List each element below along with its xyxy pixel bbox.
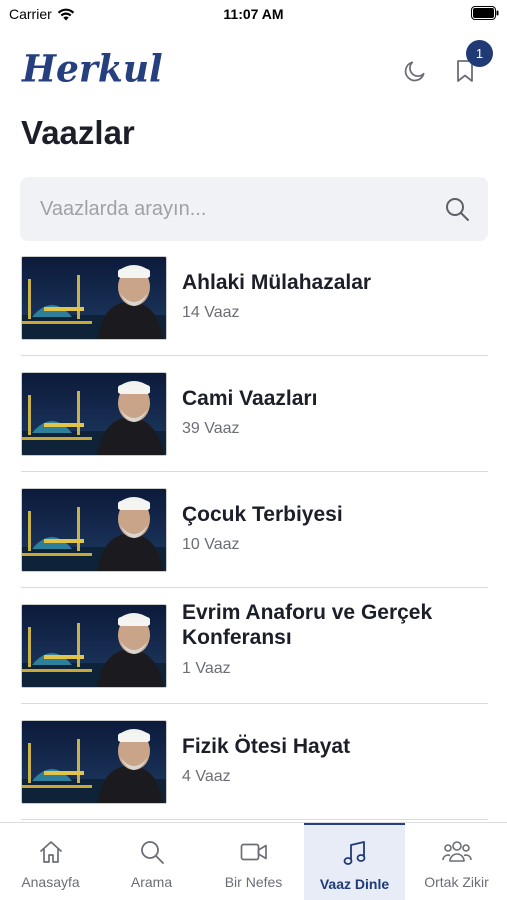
item-count: 39 Vaaz <box>182 420 240 437</box>
sermon-thumbnail <box>21 720 167 804</box>
tab-label: Bir Nefes <box>224 874 283 890</box>
battery-icon <box>471 6 499 25</box>
tab-anasayfa[interactable]: Anasayfa <box>0 823 101 900</box>
divider <box>21 819 488 820</box>
tab-ortak-zikir[interactable]: Ortak Zikir <box>406 823 507 900</box>
tab-label: Anasayfa <box>21 874 80 890</box>
search-bar <box>20 177 488 241</box>
clock: 11:07 AM <box>223 6 284 22</box>
sermon-thumbnail <box>21 604 167 688</box>
tab-arama[interactable]: Arama <box>101 823 202 900</box>
herkul-logo[interactable]: Herkul <box>22 47 163 91</box>
sermon-thumbnail <box>21 488 167 572</box>
search-icon[interactable] <box>444 196 470 222</box>
status-bar: Carrier 11:07 AM <box>0 0 507 30</box>
sermon-thumbnail <box>21 256 167 340</box>
tab-bir-nefes[interactable]: Bir Nefes <box>203 823 304 900</box>
dark-mode-button[interactable] <box>398 54 432 88</box>
list-item[interactable]: Cami Vaazları 39 Vaaz <box>0 368 507 484</box>
item-title: Ahlaki Mülahazalar <box>182 271 372 294</box>
divider <box>21 703 488 704</box>
item-title: Cami Vaazları <box>182 387 318 410</box>
tab-label: Vaaz Dinle <box>319 876 390 892</box>
item-count: 1 Vaaz <box>182 660 231 677</box>
list-item[interactable]: Ahlaki Mülahazalar 14 Vaaz <box>0 252 507 368</box>
moon-icon <box>404 61 425 82</box>
video-icon <box>239 837 269 867</box>
item-count: 4 Vaaz <box>182 768 231 785</box>
bookmark-count-badge: 1 <box>466 40 493 67</box>
item-title: Fizik Ötesi Hayat <box>182 735 351 758</box>
page-title: Vaazlar <box>21 114 135 151</box>
music-note-icon <box>340 839 370 869</box>
divider <box>21 587 488 588</box>
tab-label: Arama <box>130 874 173 890</box>
search-icon <box>137 837 167 867</box>
list-item[interactable]: Çocuk Terbiyesi 10 Vaaz <box>0 484 507 600</box>
item-count: 10 Vaaz <box>182 536 240 553</box>
tab-bar: Anasayfa Arama Bir Nefes Vaaz Dinle Orta… <box>0 822 507 900</box>
group-icon <box>441 837 472 867</box>
home-icon <box>36 837 66 867</box>
tab-label: Ortak Zikir <box>424 874 489 890</box>
item-count: 14 Vaaz <box>182 304 240 321</box>
tab-vaaz-dinle[interactable]: Vaaz Dinle <box>304 823 405 900</box>
item-title: Çocuk Terbiyesi <box>182 503 343 526</box>
list-item[interactable]: Evrim Anaforu ve Gerçek Konferansı 1 Vaaz <box>0 600 507 716</box>
item-title: Evrim Anaforu ve Gerçek Konferansı <box>182 601 433 649</box>
app-header: Herkul 1 <box>0 40 507 100</box>
search-input[interactable] <box>40 177 440 241</box>
list-item[interactable]: Fizik Ötesi Hayat 4 Vaaz <box>0 716 507 832</box>
divider <box>21 471 488 472</box>
divider <box>21 355 488 356</box>
sermon-thumbnail <box>21 372 167 456</box>
